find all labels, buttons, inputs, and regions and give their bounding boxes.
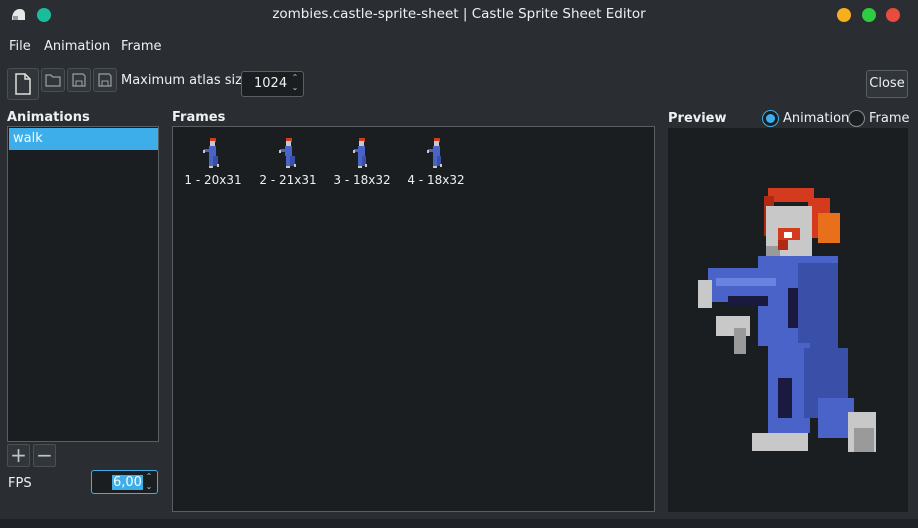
frame-radio-label[interactable]: Frame — [869, 111, 910, 126]
open-folder-icon — [45, 74, 61, 87]
zombie-sprite-icon — [203, 138, 219, 168]
save-button[interactable] — [67, 68, 91, 92]
spin-arrows-icon[interactable]: ⌃ ⌄ — [144, 472, 154, 492]
atlas-size-label: Maximum atlas size — [121, 73, 250, 88]
new-file-icon — [15, 73, 31, 95]
close-icon[interactable] — [886, 8, 900, 22]
open-button[interactable] — [41, 68, 65, 92]
plus-icon: + — [10, 443, 27, 467]
frame-item[interactable]: 2 - 21x31 — [253, 137, 323, 187]
title-bar: zombies.castle-sprite-sheet | Castle Spr… — [0, 0, 918, 30]
maximize-icon[interactable] — [862, 8, 876, 22]
remove-animation-button[interactable]: − — [33, 444, 56, 467]
menu-animation[interactable]: Animation — [44, 39, 110, 54]
frame-label: 1 - 20x31 — [184, 173, 242, 187]
atlas-size-spinbox[interactable]: 1024 ⌃ ⌄ — [241, 71, 304, 97]
frame-item[interactable]: 1 - 20x31 — [178, 137, 248, 187]
frames-view[interactable]: 1 - 20x31 2 - 21x31 3 - 18x32 4 - 18x32 — [172, 126, 655, 512]
animations-label: Animations — [7, 110, 90, 125]
preview-view — [668, 128, 908, 512]
zombie-sprite-icon — [353, 138, 367, 168]
zombie-preview-sprite — [698, 188, 876, 452]
fps-label: FPS — [8, 476, 32, 491]
frame-label: 3 - 18x32 — [333, 173, 391, 187]
save-icon — [72, 73, 86, 87]
frame-label: 4 - 18x32 — [407, 173, 465, 187]
minus-icon: − — [36, 443, 53, 467]
frames-label: Frames — [172, 110, 226, 125]
new-file-button[interactable] — [7, 68, 39, 100]
close-button[interactable]: Close — [866, 70, 908, 98]
menu-frame[interactable]: Frame — [121, 39, 162, 54]
frame-label: 2 - 21x31 — [259, 173, 317, 187]
fps-spinbox[interactable]: 6,00 ⌃ ⌄ — [91, 470, 158, 494]
atlas-size-value: 1024 — [254, 76, 288, 91]
frame-item[interactable]: 3 - 18x32 — [327, 137, 397, 187]
zombie-sprite-icon — [427, 138, 442, 168]
save-as-button[interactable] — [93, 68, 117, 92]
menu-file[interactable]: File — [9, 39, 31, 54]
list-item[interactable]: walk — [9, 128, 158, 150]
animation-radio-label[interactable]: Animation — [783, 111, 849, 126]
zombie-sprite-icon — [278, 138, 296, 168]
window-title: zombies.castle-sprite-sheet | Castle Spr… — [272, 6, 646, 22]
frame-radio[interactable] — [848, 110, 865, 127]
animations-list[interactable]: walk — [7, 126, 159, 442]
frame-item[interactable]: 4 - 18x32 — [401, 137, 471, 187]
status-bar — [0, 519, 918, 528]
fps-value[interactable]: 6,00 — [112, 475, 143, 490]
animation-radio[interactable] — [762, 110, 779, 127]
minimize-icon[interactable] — [837, 8, 851, 22]
preview-label: Preview — [668, 111, 727, 126]
spin-arrows-icon[interactable]: ⌃ ⌄ — [290, 73, 300, 93]
add-animation-button[interactable]: + — [7, 444, 30, 467]
save-as-icon — [98, 73, 112, 87]
